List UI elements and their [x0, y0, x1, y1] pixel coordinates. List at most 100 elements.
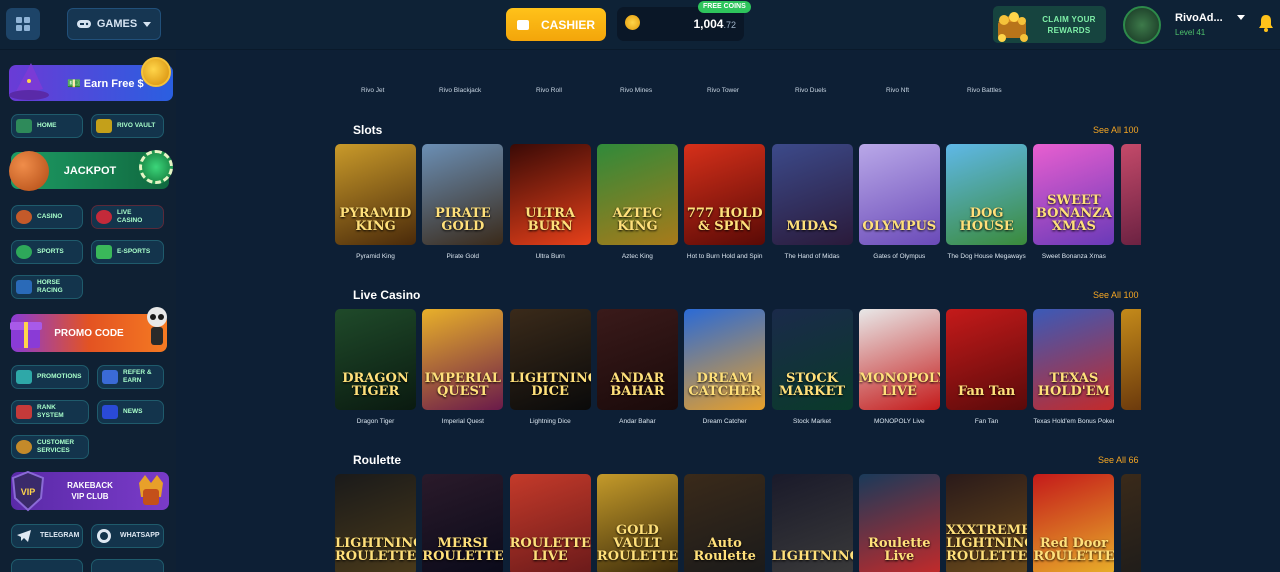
- sidebar-item-horse-racing[interactable]: HORSE RACING: [11, 275, 83, 299]
- game-card[interactable]: MIDAS The Hand of Midas: [771, 144, 853, 260]
- game-card[interactable]: XXXTREME LIGHTNING ROULETTE: [946, 474, 1028, 572]
- game-card[interactable]: [1120, 309, 1141, 418]
- game-thumbnail[interactable]: [1120, 474, 1141, 572]
- game-card[interactable]: Auto Roulette: [684, 474, 766, 572]
- game-card[interactable]: MERSI ROULETTE: [422, 474, 504, 572]
- game-thumbnail[interactable]: 777 HOLD & SPIN: [684, 144, 766, 245]
- game-card[interactable]: GOLD VAULT ROULETTE: [596, 474, 678, 572]
- game-thumbnail[interactable]: GOLD VAULT ROULETTE: [596, 474, 678, 572]
- game-thumbnail[interactable]: DREAM CATCHER: [684, 309, 766, 410]
- game-thumbnail[interactable]: TEXAS HOLD'EM: [1033, 309, 1115, 410]
- promo-code-button[interactable]: PROMO CODE: [10, 307, 167, 352]
- whatsapp-link[interactable]: WhatsAPP: [91, 524, 164, 548]
- game-card[interactable]: SWEET BONANZA XMAS Sweet Bonanza Xmas: [1033, 144, 1115, 260]
- rakeback-vip-club-button[interactable]: VIP RAKEBACK VIP CLUB: [11, 470, 169, 512]
- game-thumbnail[interactable]: DOG HOUSE: [946, 144, 1028, 245]
- username[interactable]: RivoAd...: [1175, 12, 1223, 24]
- jackpot-button[interactable]: JACKPOT: [9, 150, 173, 191]
- game-thumbnail[interactable]: PIRATE GOLD: [422, 144, 504, 245]
- game-thumbnail[interactable]: Auto Roulette: [684, 474, 766, 572]
- sidebar-item-customer-services[interactable]: CUSTOMER SERVICES: [11, 435, 89, 459]
- games-dropdown[interactable]: GAMES: [67, 8, 161, 40]
- game-thumbnail[interactable]: DRAGON TIGER: [335, 309, 416, 410]
- game-thumbnail[interactable]: ANDAR BAHAR: [596, 309, 678, 410]
- sidebar-item-rivo-vault[interactable]: RIVO VAULT: [91, 114, 164, 138]
- game-card[interactable]: LIGHTNING: [771, 474, 853, 572]
- bell-icon[interactable]: [1256, 13, 1276, 33]
- game-thumbnail[interactable]: MONOPOLY LIVE: [858, 309, 940, 410]
- earn-free-button[interactable]: 💵 Earn Free $: [9, 57, 173, 101]
- game-thumbnail[interactable]: SWEET BONANZA XMAS: [1033, 144, 1115, 245]
- link-rivo-nft[interactable]: Rivo Nft: [886, 87, 909, 94]
- game-thumbnail[interactable]: MIDAS: [771, 144, 853, 245]
- game-thumbnail[interactable]: MERSI ROULETTE: [422, 474, 504, 572]
- cashier-button[interactable]: CASHIER: [506, 8, 606, 41]
- link-rivo-roll[interactable]: Rivo Roll: [536, 87, 562, 94]
- game-card[interactable]: 777 HOLD & SPIN Hot to Burn Hold and Spin: [684, 144, 766, 260]
- game-card[interactable]: PIRATE GOLD Pirate Gold: [422, 144, 504, 260]
- claim-rewards-button[interactable]: CLAIM YOUR REWARDS: [993, 6, 1106, 43]
- game-thumbnail[interactable]: LIGHTNING: [771, 474, 853, 572]
- see-all-roulette[interactable]: See All 66: [1098, 455, 1139, 465]
- game-thumbnail[interactable]: LIGHTNING DICE: [509, 309, 591, 410]
- game-card[interactable]: IMPERIAL QUEST Imperial Quest: [422, 309, 504, 425]
- chevron-down-icon[interactable]: [1237, 15, 1245, 20]
- link-rivo-blackjack[interactable]: Rivo Blackjack: [439, 87, 481, 94]
- sidebar-item-news[interactable]: NEWS: [97, 400, 164, 424]
- game-card[interactable]: STOCK MARKET Stock Market: [771, 309, 853, 425]
- game-thumbnail[interactable]: IMPERIAL QUEST: [422, 309, 504, 410]
- sidebar-item-refer-earn[interactable]: REFER & EARN: [97, 365, 164, 389]
- link-rivo-duels[interactable]: Rivo Duels: [795, 87, 826, 94]
- sidebar-item-casino[interactable]: CASINO: [11, 205, 83, 229]
- game-card[interactable]: DREAM CATCHER Dream Catcher: [684, 309, 766, 425]
- game-thumbnail[interactable]: AZTEC KING: [596, 144, 678, 245]
- game-card[interactable]: Roulette Live: [858, 474, 940, 572]
- game-thumbnail[interactable]: LIGHTNING ROULETTE: [335, 474, 416, 572]
- free-coins-badge[interactable]: FREE COINS: [698, 1, 751, 13]
- game-card[interactable]: Fan Tan Fan Tan: [946, 309, 1028, 425]
- game-card[interactable]: MONOPOLY LIVE MONOPOLY Live: [858, 309, 940, 425]
- social-link-x[interactable]: [11, 559, 83, 572]
- game-card[interactable]: DRAGON TIGER Dragon Tiger: [335, 309, 416, 425]
- game-card[interactable]: Th: [1120, 144, 1141, 260]
- game-thumbnail[interactable]: Red Door ROULETTE: [1033, 474, 1115, 572]
- game-thumbnail[interactable]: XXXTREME LIGHTNING ROULETTE: [946, 474, 1028, 572]
- game-thumbnail[interactable]: ROULETTE LIVE: [509, 474, 591, 572]
- avatar[interactable]: [1123, 6, 1161, 44]
- game-card[interactable]: TEXAS HOLD'EM Texas Hold'em Bonus Poker: [1033, 309, 1115, 425]
- game-card[interactable]: [1120, 474, 1141, 572]
- game-thumbnail[interactable]: OLYMPUS: [858, 144, 940, 245]
- game-card[interactable]: PYRAMID KING Pyramid King: [335, 144, 416, 260]
- game-thumbnail[interactable]: ULTRA BURN: [509, 144, 591, 245]
- sidebar-item-home[interactable]: HOME: [11, 114, 83, 138]
- sidebar-item-sports[interactable]: SPORTS: [11, 240, 83, 264]
- game-card[interactable]: OLYMPUS Gates of Olympus: [858, 144, 940, 260]
- game-card[interactable]: ULTRA BURN Ultra Burn: [509, 144, 591, 260]
- game-thumbnail[interactable]: STOCK MARKET: [771, 309, 853, 410]
- game-card[interactable]: AZTEC KING Aztec King: [596, 144, 678, 260]
- sidebar-item-live-casino[interactable]: LIVE CASINO: [91, 205, 164, 229]
- sidebar-item-esports[interactable]: E-SPORTS: [91, 240, 164, 264]
- game-thumbnail[interactable]: PYRAMID KING: [335, 144, 416, 245]
- game-thumbnail[interactable]: Roulette Live: [858, 474, 940, 572]
- link-rivo-tower[interactable]: Rivo Tower: [707, 87, 739, 94]
- link-rivo-battles[interactable]: Rivo Battles: [967, 87, 1002, 94]
- menu-grid-button[interactable]: [6, 8, 40, 40]
- sidebar-item-promotions[interactable]: PROMOTIONS: [11, 365, 89, 389]
- social-link-tiktok[interactable]: [91, 559, 164, 572]
- game-thumbnail[interactable]: Fan Tan: [946, 309, 1028, 410]
- link-rivo-jet[interactable]: Rivo Jet: [361, 87, 384, 94]
- see-all-live-casino[interactable]: See All 100: [1093, 290, 1139, 300]
- sidebar-item-rank-system[interactable]: RANK SYSTEM: [11, 400, 89, 424]
- game-card[interactable]: LIGHTNING ROULETTE: [335, 474, 416, 572]
- see-all-slots[interactable]: See All 100: [1093, 125, 1139, 135]
- game-card[interactable]: ROULETTE LIVE: [509, 474, 591, 572]
- game-card[interactable]: LIGHTNING DICE Lightning Dice: [509, 309, 591, 425]
- game-thumbnail[interactable]: [1120, 144, 1141, 245]
- game-card[interactable]: DOG HOUSE The Dog House Megaways: [946, 144, 1028, 260]
- game-thumbnail[interactable]: [1120, 309, 1141, 410]
- telegram-link[interactable]: Telegram: [11, 524, 83, 548]
- link-rivo-mines[interactable]: Rivo Mines: [620, 87, 652, 94]
- game-card[interactable]: Red Door ROULETTE: [1033, 474, 1115, 572]
- game-card[interactable]: ANDAR BAHAR Andar Bahar: [596, 309, 678, 425]
